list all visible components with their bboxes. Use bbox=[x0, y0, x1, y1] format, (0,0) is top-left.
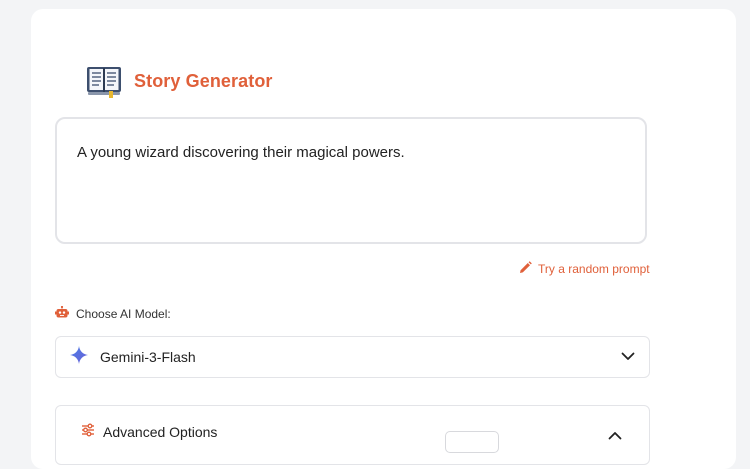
header: Story Generator bbox=[86, 64, 273, 98]
pencil-icon bbox=[519, 261, 538, 277]
robot-icon bbox=[55, 305, 76, 322]
advanced-options-label: Advanced Options bbox=[103, 423, 218, 440]
book-icon bbox=[86, 64, 122, 98]
model-label: Choose AI Model: bbox=[55, 305, 171, 322]
page-title: Story Generator bbox=[134, 70, 273, 91]
random-prompt-link[interactable]: Try a random prompt bbox=[519, 261, 650, 277]
model-select-dropdown[interactable]: Gemini-3-Flash bbox=[55, 336, 650, 378]
sliders-icon bbox=[81, 423, 103, 440]
option-control[interactable] bbox=[445, 431, 499, 453]
selected-model: Gemini-3-Flash bbox=[100, 349, 196, 365]
advanced-options-panel[interactable]: Advanced Options bbox=[55, 405, 650, 465]
sparkle-icon bbox=[70, 345, 88, 369]
chevron-down-icon bbox=[621, 348, 635, 366]
chevron-up-icon[interactable] bbox=[608, 427, 622, 445]
random-prompt-label: Try a random prompt bbox=[538, 262, 650, 276]
story-prompt-input[interactable]: A young wizard discovering their magical… bbox=[55, 117, 647, 244]
model-label-text: Choose AI Model: bbox=[76, 307, 171, 321]
advanced-options-header[interactable]: Advanced Options bbox=[81, 423, 217, 440]
